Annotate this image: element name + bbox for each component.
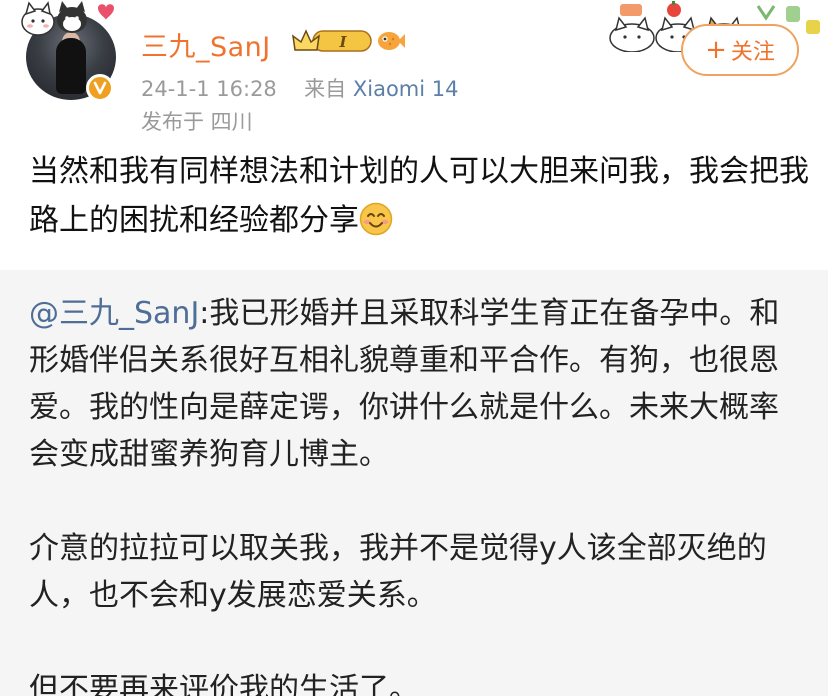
post-meta: 24-1-1 16:28 来自 Xiaomi 14 — [141, 73, 459, 103]
badge-level-text: I — [338, 33, 347, 51]
post-text-content: 当然和我有同样想法和计划的人可以大胆来问我，我会把我路上的困扰和经验都分享 — [29, 154, 809, 238]
fish-icon — [378, 32, 405, 50]
follow-label: 关注 — [730, 40, 775, 65]
retweet-paragraph-3: 但不要再来评价我的生活了。 — [29, 672, 419, 696]
mention-link[interactable]: @三九_SanJ — [29, 296, 199, 331]
retweet-paragraph-1: @三九_SanJ:我已形婚并且采取科学生育正在备孕中。和形婚伴侣关系很好互相礼貌… — [29, 290, 804, 478]
retweet-card[interactable]: @三九_SanJ:我已形婚并且采取科学生育正在备孕中。和形婚伴侣关系很好互相礼貌… — [0, 270, 828, 696]
post-source-device[interactable]: Xiaomi 14 — [353, 77, 459, 101]
post-source-prefix: 来自 — [304, 77, 347, 101]
weibo-post-page: 三九_SanJ I 24-1-1 16:28 来自 Xiaomi 14 发布于 … — [0, 0, 828, 696]
verified-badge-icon — [86, 74, 114, 102]
retweet-text: @三九_SanJ:我已形婚并且采取科学生育正在备孕中。和形婚伴侣关系很好互相礼貌… — [29, 290, 804, 696]
plus-icon: + — [705, 35, 727, 65]
cat-dog-sticker-icon — [21, 1, 114, 36]
post-text: 当然和我有同样想法和计划的人可以大胆来问我，我会把我路上的困扰和经验都分享 — [29, 147, 809, 245]
post-timestamp: 24-1-1 16:28 — [141, 77, 277, 101]
crown-level-badge-icon[interactable]: I — [291, 28, 373, 54]
follow-button[interactable]: + 关注 — [681, 24, 799, 76]
username[interactable]: 三九_SanJ — [141, 25, 271, 64]
retweet-paragraph-2: 介意的拉拉可以取关我，我并不是觉得y人该全部灭绝的人，也不会和y发展恋爱关系。 — [29, 531, 767, 613]
smile-emoji-icon — [359, 202, 393, 236]
post-location: 发布于 四川 — [141, 110, 253, 134]
avatar-figure — [56, 38, 86, 94]
avatar-container[interactable] — [20, 0, 124, 104]
